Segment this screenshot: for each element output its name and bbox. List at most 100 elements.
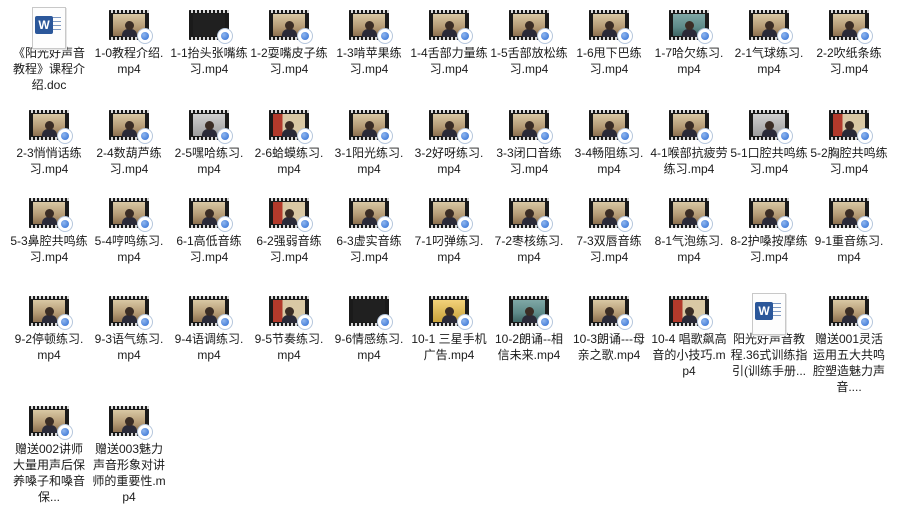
file-name: 1-3啃苹果练习.mp4 bbox=[336, 46, 402, 76]
video-file-icon bbox=[829, 10, 873, 44]
file-item[interactable]: 9-3语气练习.mp4 bbox=[90, 296, 168, 363]
video-file-icon bbox=[189, 10, 233, 44]
file-item[interactable]: 2-6蛤蟆练习.mp4 bbox=[250, 110, 328, 177]
file-name: 1-2耍嘴皮子练习.mp4 bbox=[250, 46, 328, 76]
file-item[interactable]: 3-3闭口音练习.mp4 bbox=[490, 110, 568, 177]
file-item[interactable]: 2-2吹纸条练习.mp4 bbox=[810, 10, 888, 77]
file-name: 9-2停顿练习.mp4 bbox=[14, 332, 84, 362]
file-item[interactable]: 3-4畅阻练习.mp4 bbox=[570, 110, 648, 177]
video-file-icon bbox=[269, 110, 313, 144]
media-player-badge-icon bbox=[697, 28, 713, 44]
video-file-icon bbox=[29, 406, 73, 440]
file-item[interactable]: 1-1抬头张嘴练习.mp4 bbox=[170, 10, 248, 77]
file-item[interactable]: W 《阳光好声音教程》课程介绍.doc bbox=[10, 7, 88, 93]
file-item[interactable]: 赠送003魅力声音形象对讲师的重要性.mp4 bbox=[90, 406, 168, 505]
file-name: 赠送001灵活运用五大共鸣腔塑造魅力声音.... bbox=[812, 332, 885, 394]
video-file-icon bbox=[29, 198, 73, 232]
file-item[interactable]: 5-1口腔共鸣练习.mp4 bbox=[730, 110, 808, 177]
file-item[interactable]: 赠送001灵活运用五大共鸣腔塑造魅力声音.... bbox=[810, 296, 888, 395]
file-item[interactable]: 6-3虚实音练习.mp4 bbox=[330, 198, 408, 265]
file-name: 5-2胸腔共鸣练习.mp4 bbox=[810, 146, 888, 176]
file-item[interactable]: 2-5嘿哈练习.mp4 bbox=[170, 110, 248, 177]
video-file-icon bbox=[349, 296, 393, 330]
file-item[interactable]: 5-4哼鸣练习.mp4 bbox=[90, 198, 168, 265]
file-name: 2-4数葫芦练习.mp4 bbox=[96, 146, 162, 176]
file-name: 5-1口腔共鸣练习.mp4 bbox=[730, 146, 808, 176]
file-item[interactable]: 3-1阳光练习.mp4 bbox=[330, 110, 408, 177]
file-item[interactable]: 8-1气泡练习.mp4 bbox=[650, 198, 728, 265]
media-player-badge-icon bbox=[617, 128, 633, 144]
file-name: 5-4哼鸣练习.mp4 bbox=[94, 234, 164, 264]
file-item[interactable]: 7-3双唇音练习.mp4 bbox=[570, 198, 648, 265]
file-item[interactable]: 7-2枣核练习.mp4 bbox=[490, 198, 568, 265]
video-file-icon bbox=[509, 10, 553, 44]
file-item[interactable]: 5-3鼻腔共鸣练习.mp4 bbox=[10, 198, 88, 265]
media-player-badge-icon bbox=[57, 314, 73, 330]
file-item[interactable]: 9-4语调练习.mp4 bbox=[170, 296, 248, 363]
media-player-badge-icon bbox=[137, 28, 153, 44]
media-player-badge-icon bbox=[137, 128, 153, 144]
video-file-icon bbox=[669, 10, 713, 44]
file-name: 5-3鼻腔共鸣练习.mp4 bbox=[10, 234, 88, 264]
file-item[interactable]: 1-4舌部力量练习.mp4 bbox=[410, 10, 488, 77]
file-name: 2-6蛤蟆练习.mp4 bbox=[254, 146, 324, 176]
file-item[interactable]: 7-1叼弹练习.mp4 bbox=[410, 198, 488, 265]
file-item[interactable]: 8-2护嗓按摩练习.mp4 bbox=[730, 198, 808, 265]
media-player-badge-icon bbox=[137, 424, 153, 440]
file-item[interactable]: 9-1重音练习.mp4 bbox=[810, 198, 888, 265]
file-item[interactable]: W 阳光好声音教程.36式训练指引(训练手册... bbox=[730, 293, 808, 379]
file-name: 《阳光好声音教程》课程介绍.doc bbox=[12, 46, 85, 92]
file-name: 1-0教程介绍.mp4 bbox=[94, 46, 164, 76]
video-file-icon bbox=[589, 110, 633, 144]
file-item[interactable]: 10-1 三星手机广告.mp4 bbox=[410, 296, 488, 363]
video-file-icon bbox=[189, 110, 233, 144]
file-item[interactable]: 1-3啃苹果练习.mp4 bbox=[330, 10, 408, 77]
file-name: 阳光好声音教程.36式训练指引(训练手册... bbox=[730, 332, 808, 378]
media-player-badge-icon bbox=[537, 28, 553, 44]
media-player-badge-icon bbox=[777, 216, 793, 232]
file-item[interactable]: 1-2耍嘴皮子练习.mp4 bbox=[250, 10, 328, 77]
video-file-icon bbox=[509, 296, 553, 330]
file-item[interactable]: 2-1气球练习.mp4 bbox=[730, 10, 808, 77]
file-name: 2-5嘿哈练习.mp4 bbox=[174, 146, 244, 176]
file-name: 1-1抬头张嘴练习.mp4 bbox=[170, 46, 248, 76]
video-file-icon bbox=[749, 10, 793, 44]
file-name: 9-1重音练习.mp4 bbox=[814, 234, 884, 264]
file-item[interactable]: 赠送002讲师大量用声后保养嗓子和嗓音保... bbox=[10, 406, 88, 505]
file-name: 3-2好呀练习.mp4 bbox=[414, 146, 484, 176]
video-file-icon bbox=[349, 198, 393, 232]
video-file-icon bbox=[109, 406, 153, 440]
video-file-icon bbox=[109, 198, 153, 232]
file-item[interactable]: 9-5节奏练习.mp4 bbox=[250, 296, 328, 363]
file-item[interactable]: 6-1高低音练习.mp4 bbox=[170, 198, 248, 265]
media-player-badge-icon bbox=[857, 314, 873, 330]
video-file-icon bbox=[669, 296, 713, 330]
file-item[interactable]: 5-2胸腔共鸣练习.mp4 bbox=[810, 110, 888, 177]
file-item[interactable]: 3-2好呀练习.mp4 bbox=[410, 110, 488, 177]
media-player-badge-icon bbox=[457, 28, 473, 44]
file-name: 9-4语调练习.mp4 bbox=[174, 332, 244, 362]
file-item[interactable]: 10-2朗诵--相信未来.mp4 bbox=[490, 296, 568, 363]
file-name: 6-1高低音练习.mp4 bbox=[176, 234, 242, 264]
file-item[interactable]: 9-6情感练习.mp4 bbox=[330, 296, 408, 363]
file-item[interactable]: 1-7哈欠练习.mp4 bbox=[650, 10, 728, 77]
file-item[interactable]: 10-4 唱歌飙高音的小技巧.mp4 bbox=[650, 296, 728, 379]
file-item[interactable]: 6-2强弱音练习.mp4 bbox=[250, 198, 328, 265]
file-name: 7-2枣核练习.mp4 bbox=[494, 234, 564, 264]
file-item[interactable]: 1-5舌部放松练习.mp4 bbox=[490, 10, 568, 77]
file-name: 3-1阳光练习.mp4 bbox=[334, 146, 404, 176]
video-file-icon bbox=[749, 110, 793, 144]
file-item[interactable]: 10-3朗诵---母亲之歌.mp4 bbox=[570, 296, 648, 363]
file-item[interactable]: 2-3悄悄话练习.mp4 bbox=[10, 110, 88, 177]
file-name: 2-2吹纸条练习.mp4 bbox=[816, 46, 882, 76]
file-item[interactable]: 4-1喉部抗疲劳练习.mp4 bbox=[650, 110, 728, 177]
file-item[interactable]: 9-2停顿练习.mp4 bbox=[10, 296, 88, 363]
media-player-badge-icon bbox=[857, 128, 873, 144]
file-item[interactable]: 2-4数葫芦练习.mp4 bbox=[90, 110, 168, 177]
file-item[interactable]: 1-6甩下巴练习.mp4 bbox=[570, 10, 648, 77]
media-player-badge-icon bbox=[777, 28, 793, 44]
file-item[interactable]: 1-0教程介绍.mp4 bbox=[90, 10, 168, 77]
file-name: 8-1气泡练习.mp4 bbox=[654, 234, 724, 264]
media-player-badge-icon bbox=[57, 216, 73, 232]
file-name: 6-2强弱音练习.mp4 bbox=[256, 234, 322, 264]
